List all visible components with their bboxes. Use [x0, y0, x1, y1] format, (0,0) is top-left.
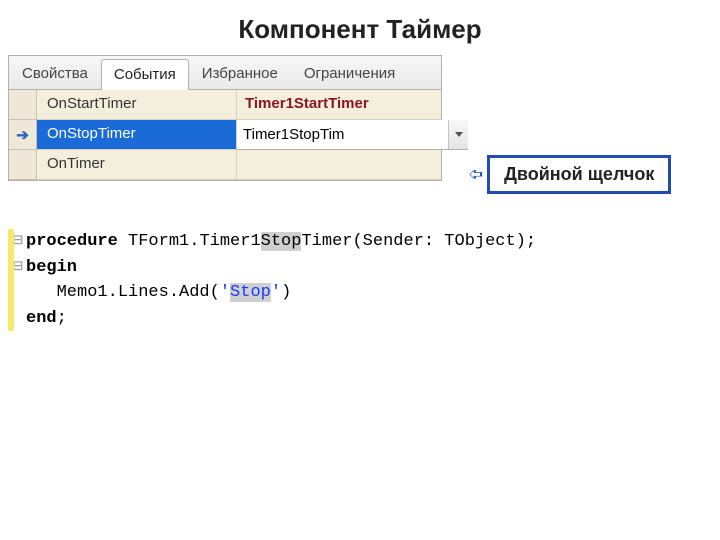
event-row-ontimer[interactable]: OnTimer — [9, 150, 441, 180]
object-inspector: Свойства События Избранное Ограничения O… — [8, 55, 442, 181]
row-indicator-arrow: ➔ — [9, 120, 37, 150]
arrow-left-icon: ➪ — [468, 164, 483, 185]
tab-favorites[interactable]: Избранное — [189, 58, 291, 89]
code-editor[interactable]: ⊟ procedure TForm1.Timer1StopTimer(Sende… — [8, 229, 712, 331]
events-table: OnStartTimer Timer1StartTimer ➔ OnStopTi… — [9, 90, 441, 180]
callout-label: Двойной щелчок — [487, 155, 671, 194]
event-value[interactable]: Timer1StartTimer — [237, 90, 441, 120]
event-name: OnStopTimer — [37, 120, 237, 150]
tab-properties[interactable]: Свойства — [9, 58, 101, 89]
tabs-bar: Свойства События Избранное Ограничения — [9, 56, 441, 90]
tab-events[interactable]: События — [101, 59, 189, 90]
modified-gutter-bar — [8, 229, 14, 331]
row-indicator — [9, 150, 37, 180]
event-row-onstoptimer[interactable]: ➔ OnStopTimer — [9, 120, 441, 150]
annotation-callout: ➪ Двойной щелчок — [468, 155, 671, 194]
code-line-1: ⊟ procedure TForm1.Timer1StopTimer(Sende… — [8, 229, 712, 255]
chevron-down-icon — [455, 132, 463, 137]
event-value[interactable] — [237, 150, 441, 180]
event-handler-input[interactable] — [237, 120, 448, 149]
code-line-2: ⊟ begin — [8, 255, 712, 281]
code-line-4: end; — [8, 306, 712, 332]
event-row-onstarttimer[interactable]: OnStartTimer Timer1StartTimer — [9, 90, 441, 120]
combo-dropdown-button[interactable] — [448, 120, 468, 149]
event-handler-combo — [237, 120, 468, 149]
page-title: Компонент Таймер — [0, 0, 720, 55]
code-line-3: Memo1.Lines.Add('Stop') — [8, 280, 712, 306]
tab-restrictions[interactable]: Ограничения — [291, 58, 408, 89]
row-indicator — [9, 90, 37, 120]
event-value-cell — [237, 120, 468, 150]
event-name: OnTimer — [37, 150, 237, 180]
event-name: OnStartTimer — [37, 90, 237, 120]
